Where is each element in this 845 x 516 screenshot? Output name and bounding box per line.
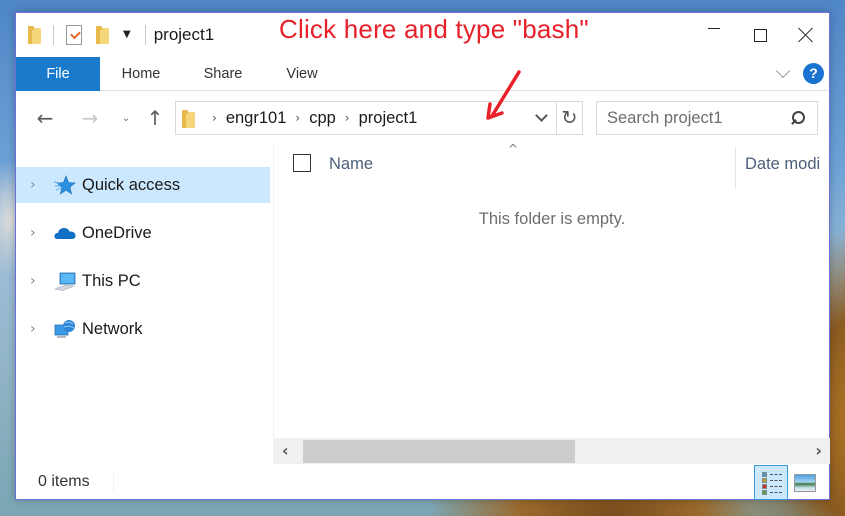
column-header-date-modified[interactable]: Date modi bbox=[745, 155, 830, 174]
maximize-button[interactable] bbox=[737, 13, 783, 57]
nav-item-quick-access[interactable]: › Quick access bbox=[16, 167, 270, 203]
toolbar-divider bbox=[53, 25, 54, 45]
expand-chevron-icon[interactable]: › bbox=[30, 321, 44, 337]
expand-chevron-icon[interactable]: › bbox=[30, 177, 44, 193]
search-input[interactable] bbox=[597, 102, 787, 134]
expand-chevron-icon[interactable]: › bbox=[30, 273, 44, 289]
file-list: ^ Name Date modi This folder is empty. bbox=[274, 142, 830, 438]
tab-home[interactable]: Home bbox=[108, 57, 174, 91]
scroll-left-button[interactable]: ‹ bbox=[282, 441, 289, 460]
quick-access-star-icon bbox=[53, 175, 76, 195]
refresh-button[interactable]: ↻ bbox=[556, 102, 582, 134]
nav-item-label: Quick access bbox=[82, 175, 181, 194]
ribbon-tabs: File Home Share View ? bbox=[16, 57, 829, 91]
scroll-right-button[interactable]: › bbox=[815, 441, 822, 460]
tab-file[interactable]: File bbox=[16, 57, 100, 91]
breadcrumb-item-engr101[interactable]: engr101 bbox=[226, 109, 287, 128]
navigation-pane: › Quick access › OneDrive › This PC › Ne… bbox=[16, 142, 272, 452]
details-view-button[interactable] bbox=[754, 465, 788, 500]
nav-item-this-pc[interactable]: › This PC bbox=[16, 263, 270, 299]
expand-chevron-icon[interactable]: › bbox=[30, 225, 44, 241]
minimize-icon bbox=[708, 27, 720, 29]
customize-dropdown-icon[interactable]: ▼ bbox=[123, 30, 131, 40]
nav-item-label: Network bbox=[82, 319, 143, 338]
new-folder-icon[interactable] bbox=[96, 26, 109, 44]
item-count: 0 items bbox=[38, 473, 90, 490]
nav-item-label: OneDrive bbox=[82, 223, 152, 242]
scrollbar-thumb[interactable] bbox=[303, 440, 575, 463]
folder-icon[interactable] bbox=[28, 26, 41, 44]
column-header-row: ^ Name Date modi bbox=[274, 142, 830, 188]
navigation-bar: ← → ⌄ ↑ › engr101 › cpp › project1 ↻ bbox=[16, 92, 829, 142]
search-icon[interactable] bbox=[789, 111, 805, 127]
breadcrumb-item-cpp[interactable]: cpp bbox=[309, 109, 336, 128]
details-view-icon bbox=[762, 472, 767, 477]
status-bar: 0 items bbox=[16, 465, 829, 500]
empty-folder-message: This folder is empty. bbox=[478, 210, 626, 228]
this-pc-icon bbox=[53, 271, 76, 291]
maximize-icon bbox=[753, 28, 767, 42]
minimize-button[interactable] bbox=[691, 13, 737, 57]
search-box[interactable] bbox=[596, 101, 818, 135]
nav-item-onedrive[interactable]: › OneDrive bbox=[16, 215, 270, 251]
breadcrumb-separator[interactable]: › bbox=[345, 111, 350, 125]
nav-item-label: This PC bbox=[82, 271, 141, 290]
large-icons-view-button[interactable] bbox=[794, 474, 816, 492]
onedrive-cloud-icon bbox=[54, 223, 76, 243]
column-divider[interactable] bbox=[735, 148, 736, 188]
tab-view[interactable]: View bbox=[272, 57, 332, 91]
status-divider bbox=[113, 471, 114, 493]
breadcrumb: › engr101 › cpp › project1 bbox=[212, 102, 417, 134]
breadcrumb-separator[interactable]: › bbox=[295, 111, 300, 125]
quick-access-toolbar: ▼ project1 bbox=[28, 23, 214, 47]
tab-share[interactable]: Share bbox=[191, 57, 255, 91]
up-button[interactable]: ↑ bbox=[143, 106, 167, 130]
window-title: project1 bbox=[153, 25, 215, 44]
horizontal-scrollbar[interactable]: ‹ › bbox=[274, 438, 830, 464]
instruction-annotation: Click here and type "bash" bbox=[279, 14, 589, 44]
folder-icon bbox=[182, 110, 195, 128]
network-icon bbox=[54, 319, 76, 339]
back-button[interactable]: ← bbox=[33, 106, 57, 130]
window-controls bbox=[691, 13, 829, 57]
breadcrumb-separator[interactable]: › bbox=[212, 111, 217, 125]
forward-button[interactable]: → bbox=[78, 106, 102, 130]
close-button[interactable] bbox=[783, 13, 829, 57]
file-explorer-window: ▼ project1 File Home Share View ? ← → ⌄ … bbox=[15, 12, 830, 500]
recent-locations-button[interactable]: ⌄ bbox=[114, 106, 138, 130]
select-all-checkbox[interactable] bbox=[293, 154, 311, 172]
toolbar-divider bbox=[144, 25, 146, 45]
annotation-arrow-icon bbox=[486, 70, 521, 120]
properties-icon[interactable] bbox=[66, 25, 82, 45]
sort-ascending-icon: ^ bbox=[508, 142, 519, 156]
help-button[interactable]: ? bbox=[803, 63, 824, 84]
expand-ribbon-chevron-icon[interactable] bbox=[777, 68, 789, 80]
nav-item-network[interactable]: › Network bbox=[16, 311, 270, 347]
column-header-name[interactable]: Name bbox=[329, 155, 373, 174]
breadcrumb-item-project1[interactable]: project1 bbox=[359, 109, 418, 128]
close-icon bbox=[798, 27, 814, 43]
